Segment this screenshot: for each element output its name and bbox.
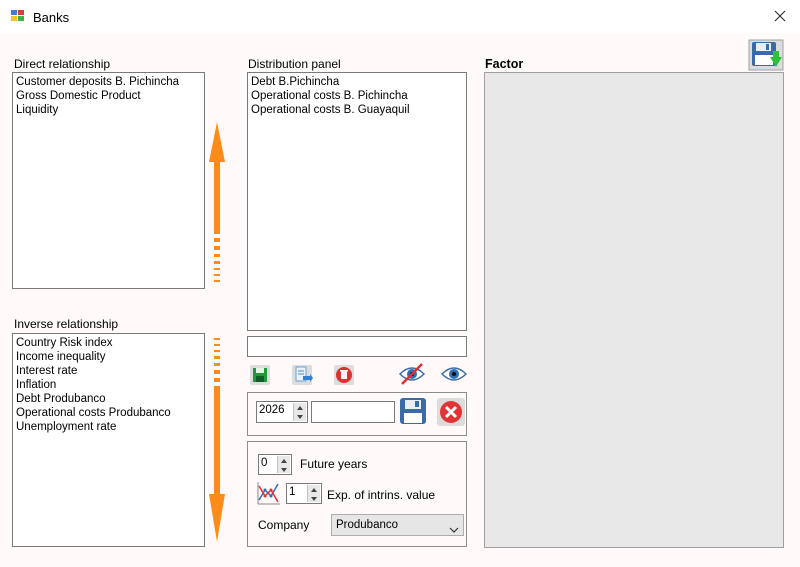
exp-intrins-value: 1 [289,486,296,498]
list-item[interactable]: Debt Produbanco [16,392,201,406]
exp-intrins-label: Exp. of intrins. value [327,488,436,502]
chart-icon [256,480,282,506]
exp-intrins-spinner[interactable]: 1 [286,483,322,504]
direct-relationship-list[interactable]: Customer deposits B. Pichincha Gross Dome… [12,72,205,289]
list-item[interactable]: Country Risk index [16,336,201,350]
year-spinner[interactable]: 2026 [256,401,308,423]
eye-hidden-icon[interactable] [398,360,426,388]
company-selected: Produbanco [336,519,399,531]
company-label: Company [258,518,310,532]
list-item[interactable]: Customer deposits B. Pichincha [16,75,201,89]
list-item[interactable]: Operational costs B. Guayaquil [251,103,463,117]
future-years-value: 0 [261,457,268,469]
exp-intrins-arrows[interactable] [307,485,320,502]
factor-label: Factor [485,57,524,71]
app-icon [11,10,25,22]
list-item[interactable]: Operational costs B. Pichincha [251,89,463,103]
list-item[interactable]: Gross Domestic Product [16,89,201,103]
future-years-label: Future years [300,457,368,471]
eye-icon[interactable] [440,360,468,388]
save-icon[interactable] [748,39,784,71]
company-select[interactable]: Produbanco [331,514,464,536]
year-spinner-value: 2026 [259,404,285,416]
arrow-down-icon [206,336,228,546]
delete-icon[interactable] [332,363,356,387]
export-icon[interactable] [290,363,314,387]
future-years-arrows[interactable] [277,456,290,473]
distribution-panel-list[interactable]: Debt B.Pichincha Operational costs B. Pic… [247,72,467,331]
list-item[interactable]: Income inequality [16,350,201,364]
inverse-relationship-list[interactable]: Country Risk index Income inequality Inter… [12,333,205,547]
direct-relationship-label: Direct relationship [14,57,111,71]
year-text-input[interactable] [311,401,395,423]
list-item[interactable]: Operational costs Produbanco [16,406,201,420]
close-icon[interactable] [770,6,790,26]
inverse-relationship-label: Inverse relationship [14,317,119,331]
save-disk-icon[interactable] [248,363,272,387]
list-item[interactable]: Inflation [16,378,201,392]
list-item[interactable]: Liquidity [16,103,201,117]
floppy-icon[interactable] [398,396,428,426]
chevron-down-icon [449,522,459,536]
list-item[interactable]: Interest rate [16,364,201,378]
title-bar [0,0,800,33]
list-item[interactable]: Debt B.Pichincha [251,75,463,89]
future-years-spinner[interactable]: 0 [258,454,292,475]
year-spinner-arrows[interactable] [293,403,306,421]
cancel-icon[interactable] [436,397,466,427]
factor-panel [484,72,784,548]
list-item[interactable]: Unemployment rate [16,420,201,434]
arrow-up-icon [206,120,228,288]
distribution-panel-label: Distribution panel [248,57,341,71]
distribution-text-input[interactable] [247,336,467,357]
window-title: Banks [33,10,70,25]
